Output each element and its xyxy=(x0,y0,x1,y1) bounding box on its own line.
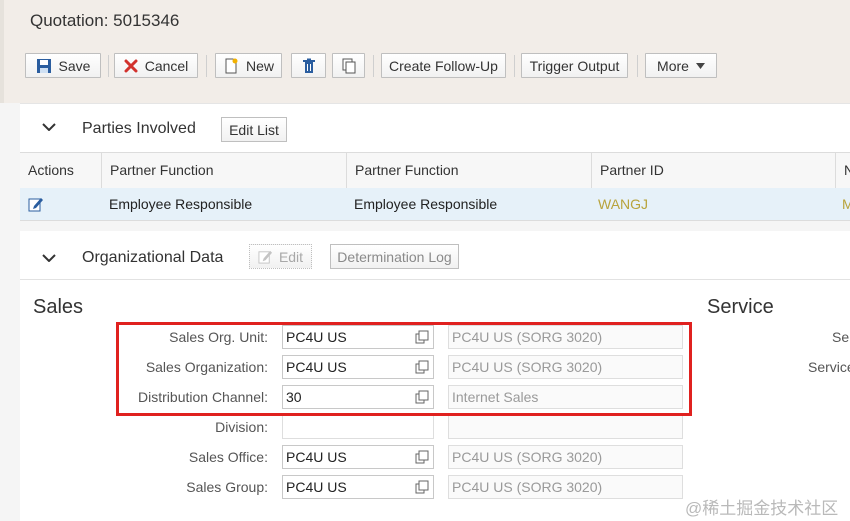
distribution-channel-value: 30 xyxy=(286,389,302,405)
collapse-chevron-icon[interactable] xyxy=(42,251,56,265)
trigger-output-button[interactable]: Trigger Output xyxy=(521,53,628,78)
sales-office-label: Sales Office: xyxy=(188,449,268,465)
sales-org-unit-label: Sales Org. Unit: xyxy=(169,329,268,345)
division-description xyxy=(448,415,683,439)
copy-button[interactable] xyxy=(332,53,365,78)
distribution-channel-input[interactable]: 30 xyxy=(282,385,434,409)
edit-list-button[interactable]: Edit List xyxy=(221,117,287,142)
determination-log-button[interactable]: Determination Log xyxy=(330,244,459,269)
table-header: Actions Partner Function Partner Functio… xyxy=(20,152,850,189)
column-header-partner-function[interactable]: Partner Function xyxy=(102,153,347,188)
organizational-data-panel: Organizational Data Edit Determination L… xyxy=(20,231,850,521)
sales-organization-input[interactable]: PC4U US xyxy=(282,355,434,379)
new-document-icon xyxy=(223,58,239,74)
parties-involved-panel: Parties Involved Edit List Actions Partn… xyxy=(20,103,850,221)
header-bar: Quotation: 5015346 Save Cancel New Creat… xyxy=(0,0,850,103)
service-field-label-2: Service xyxy=(808,359,850,375)
column-header-actions[interactable]: Actions xyxy=(20,153,102,188)
edit-button[interactable]: Edit xyxy=(249,244,312,269)
sales-org-unit-description: PC4U US (SORG 3020) xyxy=(448,325,683,349)
value-help-icon[interactable] xyxy=(415,390,429,404)
service-field-label: Ser xyxy=(832,329,850,345)
cell-partner-function-2: Employee Responsible xyxy=(354,196,498,212)
service-section-title: Service xyxy=(707,296,774,318)
cancel-label: Cancel xyxy=(144,57,189,74)
toolbar-separator xyxy=(373,55,374,77)
table-row[interactable]: Employee Responsible Employee Responsibl… xyxy=(20,188,850,221)
cancel-button[interactable]: Cancel xyxy=(114,53,198,78)
save-button[interactable]: Save xyxy=(25,53,101,78)
sales-org-unit-value: PC4U US xyxy=(286,329,347,345)
toolbar-separator xyxy=(206,55,207,77)
organizational-data-bar: Organizational Data Edit Determination L… xyxy=(20,231,850,280)
distribution-channel-label: Distribution Channel: xyxy=(138,389,268,405)
sales-group-input[interactable]: PC4U US xyxy=(282,475,434,499)
division-label: Division: xyxy=(215,419,268,435)
value-help-icon[interactable] xyxy=(415,360,429,374)
edit-pencil-icon xyxy=(258,249,273,264)
new-button[interactable]: New xyxy=(215,53,282,78)
sales-organization-value: PC4U US xyxy=(286,359,347,375)
watermark: @稀土掘金技术社区 xyxy=(685,499,839,518)
create-follow-up-label: Create Follow-Up xyxy=(389,57,498,74)
caret-down-icon xyxy=(695,62,705,69)
create-follow-up-button[interactable]: Create Follow-Up xyxy=(381,53,506,78)
sales-group-label: Sales Group: xyxy=(186,479,268,495)
sales-office-input[interactable]: PC4U US xyxy=(282,445,434,469)
edit-row-icon[interactable] xyxy=(28,196,44,212)
save-label: Save xyxy=(58,57,91,74)
cell-partner-id-link[interactable]: WANGJ xyxy=(598,188,648,220)
sales-organization-label: Sales Organization: xyxy=(145,359,268,375)
edit-label: Edit xyxy=(278,248,304,265)
parties-involved-title: Parties Involved xyxy=(82,120,196,137)
toolbar-separator xyxy=(514,55,515,77)
sales-office-description: PC4U US (SORG 3020) xyxy=(448,445,683,469)
sales-section-title: Sales xyxy=(33,296,84,318)
sales-group-description: PC4U US (SORG 3020) xyxy=(448,475,683,499)
sales-group-value: PC4U US xyxy=(286,479,347,495)
distribution-channel-description: Internet Sales xyxy=(448,385,683,409)
determination-log-label: Determination Log xyxy=(337,248,452,265)
delete-button[interactable] xyxy=(291,53,326,78)
toolbar-separator xyxy=(108,55,109,77)
copy-icon xyxy=(341,58,357,74)
more-button[interactable]: More xyxy=(645,53,717,78)
column-header-partner-function-2[interactable]: Partner Function xyxy=(347,153,592,188)
more-label: More xyxy=(657,57,689,74)
column-header-name[interactable]: N xyxy=(836,153,850,188)
value-help-icon[interactable] xyxy=(415,450,429,464)
sales-office-value: PC4U US xyxy=(286,449,347,465)
close-icon xyxy=(124,59,138,73)
division-input[interactable] xyxy=(282,415,434,439)
value-help-icon[interactable] xyxy=(415,480,429,494)
toolbar-separator xyxy=(637,55,638,77)
sales-organization-description: PC4U US (SORG 3020) xyxy=(448,355,683,379)
value-help-icon[interactable] xyxy=(415,330,429,344)
cell-name-partial[interactable]: M xyxy=(842,188,850,220)
edit-list-label: Edit List xyxy=(229,121,279,138)
page-title: Quotation: 5015346 xyxy=(30,11,180,30)
trash-icon xyxy=(301,58,317,74)
trigger-output-label: Trigger Output xyxy=(529,57,620,74)
organizational-data-title: Organizational Data xyxy=(82,249,224,266)
new-label: New xyxy=(245,57,274,74)
save-icon xyxy=(36,58,52,74)
cell-partner-function: Employee Responsible xyxy=(109,196,253,212)
sales-org-unit-input[interactable]: PC4U US xyxy=(282,325,434,349)
column-header-partner-id[interactable]: Partner ID xyxy=(592,153,836,188)
collapse-chevron-icon[interactable] xyxy=(42,120,56,134)
